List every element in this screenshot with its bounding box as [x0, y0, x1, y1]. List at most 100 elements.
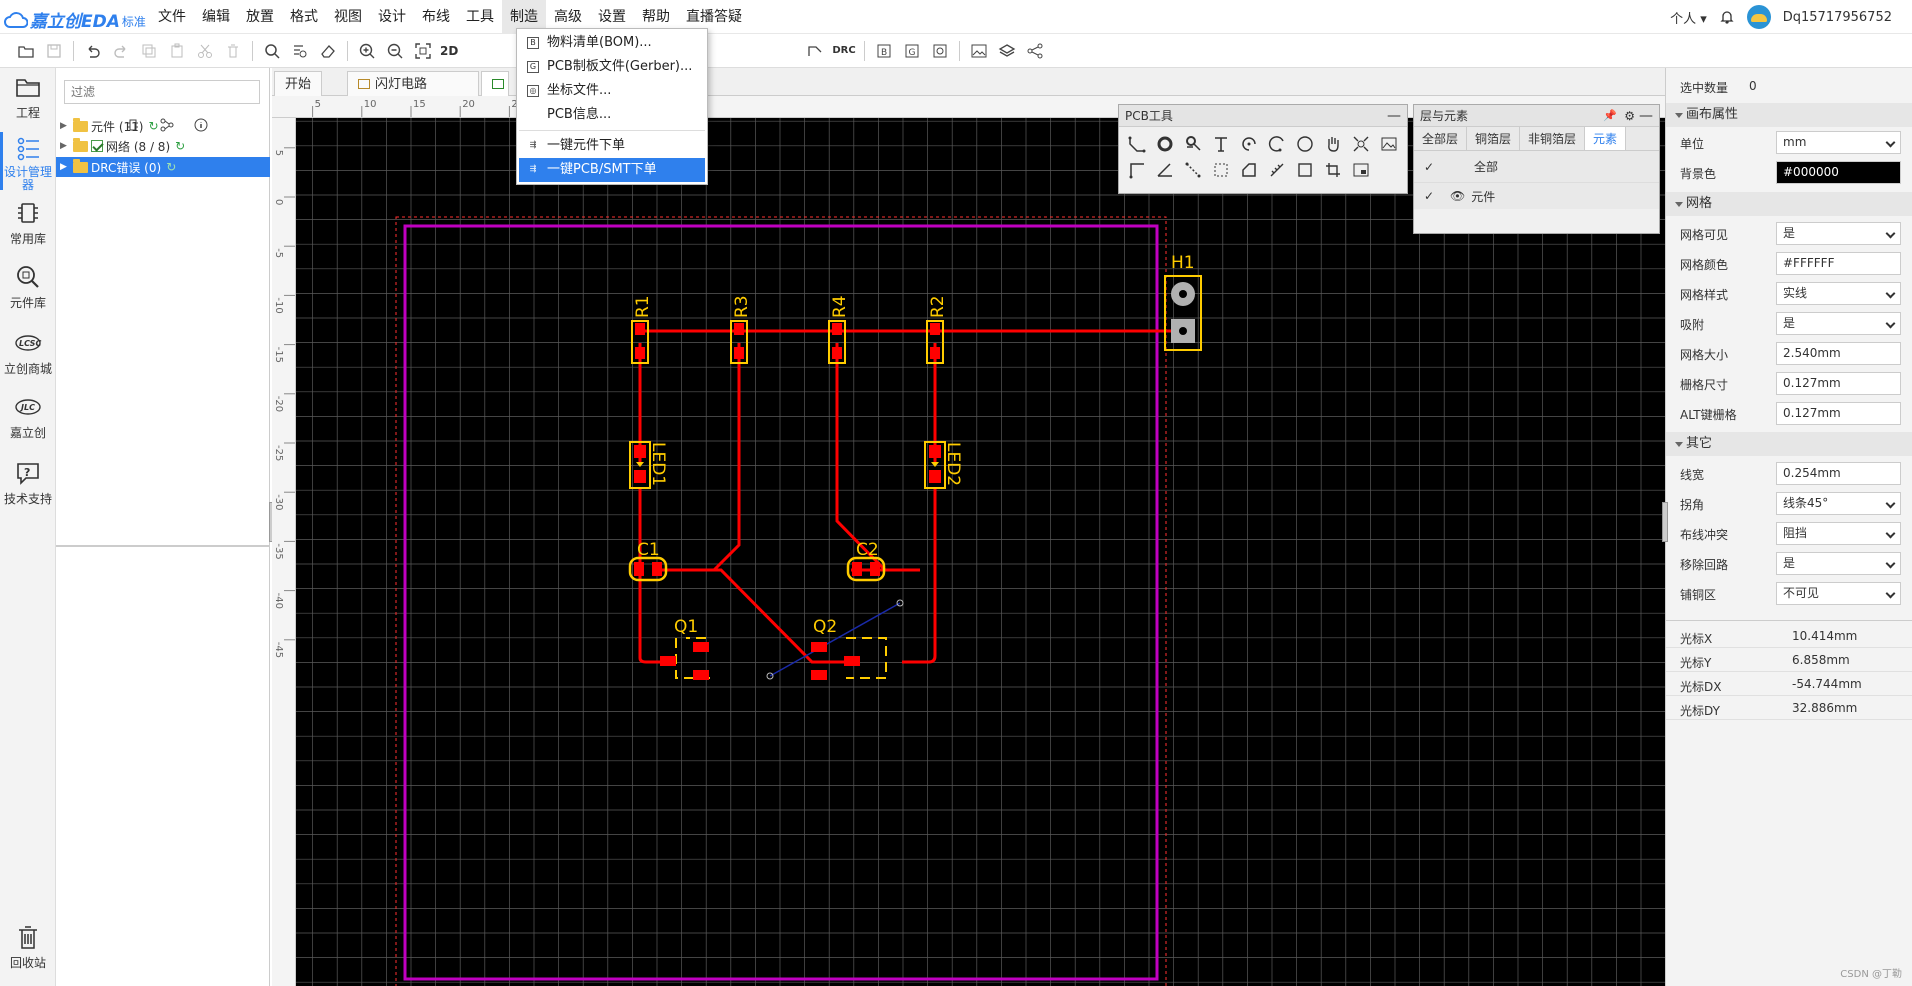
layer-row-all[interactable]: ✓ 全部	[1414, 151, 1659, 183]
component-led1[interactable]	[629, 441, 651, 489]
bom-button[interactable]: B	[871, 38, 897, 64]
tab-elements[interactable]: 元素	[1585, 127, 1627, 150]
line-width-input[interactable]: 0.254mm	[1776, 462, 1901, 485]
layer-row-components[interactable]: ✓ 👁 元件	[1414, 183, 1659, 209]
snap-size-input[interactable]: 0.127mm	[1776, 372, 1901, 395]
gerber-button[interactable]: G	[899, 38, 925, 64]
grid-color-input[interactable]: #FFFFFF	[1776, 252, 1901, 275]
menu-item-pcb-info[interactable]: PCB信息...	[519, 103, 705, 127]
minimize-icon[interactable]: —	[1639, 105, 1653, 127]
username[interactable]: Dq15717956752	[1783, 10, 1892, 25]
tab-pcb[interactable]	[481, 71, 509, 96]
eye-icon[interactable]: 👁	[1450, 189, 1465, 203]
tree-item-drc-errors[interactable]: ▶ DRC错误 (0) ↻	[56, 157, 270, 177]
route-button[interactable]	[802, 38, 828, 64]
center-arc-tool[interactable]	[1263, 131, 1291, 157]
track-tool[interactable]	[1123, 131, 1151, 157]
menu-edit[interactable]: 编辑	[194, 0, 238, 34]
avatar[interactable]	[1746, 5, 1771, 29]
label-c1[interactable]: C1	[637, 540, 660, 560]
menu-item-gerber[interactable]: G PCB制板文件(Gerber)...	[519, 55, 705, 79]
dimension-tool[interactable]	[1123, 157, 1151, 183]
component-r1[interactable]	[631, 320, 649, 364]
board-outline[interactable]	[403, 224, 1159, 981]
component-q1[interactable]	[660, 637, 716, 680]
tree-item-nets[interactable]: ▶ 网络 (8 / 8) ↻	[56, 136, 270, 156]
section-other[interactable]: 其它	[1666, 432, 1912, 456]
pad-tool[interactable]	[1151, 131, 1179, 157]
rail-component-lib[interactable]: 元件库	[0, 260, 56, 316]
text-tool[interactable]	[1207, 131, 1235, 157]
diagonal-tool[interactable]	[1179, 157, 1207, 183]
paste-button[interactable]	[164, 38, 190, 64]
image-button[interactable]	[966, 38, 992, 64]
component-r2[interactable]	[926, 320, 944, 364]
menu-format[interactable]: 格式	[282, 0, 326, 34]
pcb-tools-header[interactable]: PCB工具 —	[1119, 105, 1407, 127]
connect-pad-tool[interactable]	[1347, 131, 1375, 157]
menu-item-order-pcb-smt[interactable]: ⇶ 一键PCB/SMT下单	[519, 158, 705, 182]
crop-tool[interactable]	[1319, 157, 1347, 183]
find-replace-button[interactable]	[287, 38, 313, 64]
app-logo[interactable]: 嘉立创EDA 标准	[4, 7, 146, 32]
redo-button[interactable]	[108, 38, 134, 64]
label-q1[interactable]: Q1	[674, 617, 698, 637]
alt-snap-input[interactable]: 0.127mm	[1776, 402, 1901, 425]
measure-tool[interactable]	[1263, 157, 1291, 183]
tab-start[interactable]: 开始	[274, 71, 323, 96]
track-r3-c1[interactable]	[712, 343, 741, 572]
label-q2[interactable]: Q2	[813, 617, 837, 637]
label-c2[interactable]: C2	[856, 540, 879, 560]
rail-lcsc-mall[interactable]: LCSC 立创商城	[0, 326, 56, 382]
right-panel-collapse-handle[interactable]	[1662, 502, 1668, 542]
remove-loop-select[interactable]: 是	[1776, 552, 1901, 575]
menu-route[interactable]: 布线	[414, 0, 458, 34]
pick-place-button[interactable]	[927, 38, 953, 64]
component-c1[interactable]	[628, 556, 668, 582]
component-r4[interactable]	[828, 320, 846, 364]
expand-caret-icon[interactable]: ▶	[60, 141, 70, 151]
grid-style-select[interactable]: 实线	[1776, 282, 1901, 305]
label-r4[interactable]: R4	[830, 295, 850, 318]
label-r2[interactable]: R2	[928, 295, 948, 318]
fit-view-button[interactable]	[410, 38, 436, 64]
new-file-button[interactable]	[13, 38, 39, 64]
rail-common-lib[interactable]: 常用库	[0, 196, 56, 252]
rail-jlc[interactable]: JLC 嘉立创	[0, 390, 56, 446]
angle-tool[interactable]	[1151, 157, 1179, 183]
tab-all-layers[interactable]: 全部层	[1414, 127, 1468, 150]
drc-button[interactable]: DRC	[829, 45, 858, 56]
arc-tool[interactable]	[1235, 131, 1263, 157]
layers-button[interactable]	[994, 38, 1020, 64]
menu-item-order-parts[interactable]: ⇶ 一键元件下单	[519, 134, 705, 158]
pcb-drawing[interactable]: R1 R3 R4 R2 H1 LED1 LED2 C1 C2 Q1 Q2	[296, 118, 1665, 986]
bg-color-picker[interactable]: #000000	[1776, 161, 1901, 184]
unit-select[interactable]: mm	[1776, 131, 1901, 154]
menu-item-pick-place[interactable]: ◎ 坐标文件...	[519, 79, 705, 103]
save-button[interactable]	[41, 38, 67, 64]
view-2d-toggle[interactable]: 2D	[437, 44, 461, 58]
tab-schematic[interactable]: 闪灯电路	[347, 71, 479, 96]
check-icon[interactable]: ✓	[1414, 160, 1444, 174]
gear-icon[interactable]: ⚙	[1624, 105, 1635, 127]
tab-copper-layers[interactable]: 铜箔层	[1467, 127, 1521, 150]
share-button[interactable]	[1022, 38, 1048, 64]
section-grid[interactable]: 网格	[1666, 192, 1912, 216]
layers-header[interactable]: 层与元素 📌 ⚙ —	[1414, 105, 1659, 127]
copper-area-tool[interactable]	[1235, 157, 1263, 183]
pcb-canvas[interactable]: R1 R3 R4 R2 H1 LED1 LED2 C1 C2 Q1 Q2	[296, 118, 1665, 986]
label-led1[interactable]: LED1	[648, 442, 668, 486]
rail-design-manager[interactable]: 设计管理器	[0, 132, 56, 192]
clear-button[interactable]	[315, 38, 341, 64]
menu-item-bom[interactable]: B 物料清单(BOM)...	[519, 31, 705, 55]
tree-item-components[interactable]: ▶ 元件 (11) ↻	[56, 116, 270, 136]
component-h1[interactable]	[1164, 275, 1202, 351]
snap-select[interactable]: 是	[1776, 312, 1901, 335]
track-c2-q2[interactable]	[902, 488, 937, 664]
menu-view[interactable]: 视图	[326, 0, 370, 34]
rectangle-tool[interactable]	[1291, 157, 1319, 183]
minimize-icon[interactable]: —	[1387, 105, 1401, 127]
pin-icon[interactable]: 📌	[1603, 105, 1617, 127]
undo-button[interactable]	[80, 38, 106, 64]
rect-select-tool[interactable]	[1207, 157, 1235, 183]
